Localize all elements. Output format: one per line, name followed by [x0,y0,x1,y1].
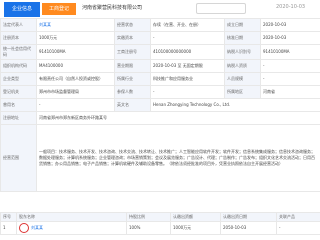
info-value: MA4100000 [36,59,115,73]
info-value: 河南省郑州市郑东新区商务外环路某号 [36,111,320,125]
shareholder-header: 持股比例 [126,212,171,222]
info-label: 成立日期 [224,18,261,32]
info-label: 所属行业 [114,72,151,86]
info-label: 企业类型 [0,72,37,86]
shareholder-cell: - [276,221,320,235]
info-value: 科技推广和应用服务业 [150,72,225,86]
shareholder-cell: 2050-10-03 [220,221,277,235]
info-value: 存续（在营、开业、在册） [150,18,225,32]
shareholder-cell[interactable]: 刘某某 [16,221,127,235]
info-label: 人员规模 [224,72,261,86]
info-value: 河南省 [260,85,320,99]
info-value: 2020-10-03 至 无固定期限 [150,59,225,73]
info-label: 统一社会信用代码 [0,44,37,60]
info-value: - [150,85,225,99]
info-row: 组织机构代码 MA4100000 营业期限 2020-10-03 至 无固定期限 纳税人… [0,59,320,73]
shareholder-header-row: 序号 股东名称 持股比例 认缴出资额 认缴出资日期 关联产品 [0,212,320,222]
scope-row: 经营范围 一般项目：技术服务、技术开发、技术咨询、技术交流、技术转让、技术推广；… [0,124,320,192]
info-value: - [260,72,320,86]
info-value: 有限责任公司（自然人投资或控股） [36,72,115,86]
search-input[interactable] [196,3,246,14]
info-label: 组织机构代码 [0,59,37,73]
info-row: 登记机关 郑州市市场监督管理局 参保人数 - 所属地区 河南省 [0,85,320,99]
info-label: 纳税人识别号 [224,44,261,60]
info-row: 企业类型 有限责任公司（自然人投资或控股） 所属行业 科技推广和应用服务业 人员规模 - [0,72,320,86]
info-label: 注册地址 [0,111,37,125]
company-info-table: 法定代表人 刘某某 经营状态 存续（在营、开业、在册） 成立日期 2020-10-03 注册… [0,18,320,192]
info-label: 工商注册号 [114,44,151,60]
shareholder-header: 认缴出资额 [170,212,221,222]
shareholder-cell: 100% [126,221,171,235]
info-value: - [150,31,225,45]
registration-badge: 工商登记 [42,3,76,15]
info-value: 410100000000000 [150,44,225,60]
info-value: 郑州市市场监督管理局 [36,85,115,99]
shareholder-table: 序号 股东名称 持股比例 认缴出资额 认缴出资日期 关联产品 1 刘某某 100% 1000万元… [0,212,320,235]
info-label: 英文名 [114,98,151,112]
shareholder-header: 序号 [0,212,17,222]
info-value: - [260,59,320,73]
avatar-icon [19,223,29,233]
shareholder-cell: 1 [0,221,17,235]
shareholder-header: 股东名称 [16,212,127,222]
info-label: 经营状态 [114,18,151,32]
shareholder-name[interactable]: 刘某某 [31,225,43,230]
info-label: 实缴资本 [114,31,151,45]
shareholder-header: 认缴出资日期 [220,212,277,222]
company-name: 河南省聚营民科技有限公司 [82,5,143,11]
info-value: 1000万元 [36,31,115,45]
info-label: 核准日期 [224,31,261,45]
info-row: 曾用名 - 英文名 Henan Zhongying Technology Co., L… [0,98,320,112]
info-row: 注册资本 1000万元 实缴资本 - 核准日期 2020-10-03 [0,31,320,45]
info-value: Henan Zhongying Technology Co., Ltd. [150,98,320,112]
info-label: 注册资本 [0,31,37,45]
shareholder-row: 1 刘某某 100% 1000万元 2050-10-03- [0,221,320,235]
shareholder-cell: 1000万元 [170,221,221,235]
info-value: 91410100MA [260,44,320,60]
scope-text: 一般项目：技术服务、技术开发、技术咨询、技术交流、技术转让、技术推广；人工智能应… [36,124,320,192]
info-label: 营业期限 [114,59,151,73]
header-date: 2020-10-03 [276,4,306,10]
info-value: 91410100MA [36,44,115,60]
scope-label: 经营范围 [0,124,37,192]
info-label: 登记机关 [0,85,37,99]
info-label: 纳税人资质 [224,59,261,73]
info-row: 统一社会信用代码 91410100MA 工商注册号 410100000000000 纳税… [0,44,320,60]
info-row: 注册地址 河南省郑州市郑东新区商务外环路某号 [0,111,320,125]
site-logo: 企业信息 [4,2,40,17]
info-value: 2020-10-03 [260,31,320,45]
info-row: 法定代表人 刘某某 经营状态 存续（在营、开业、在册） 成立日期 2020-10-03 [0,18,320,32]
shareholder-header: 关联产品 [276,212,320,222]
info-label: 法定代表人 [0,18,37,32]
info-label: 参保人数 [114,85,151,99]
info-label: 曾用名 [0,98,37,112]
info-label: 所属地区 [224,85,261,99]
info-value: - [36,98,115,112]
info-value: 2020-10-03 [260,18,320,32]
info-value: 刘某某 [36,18,115,32]
